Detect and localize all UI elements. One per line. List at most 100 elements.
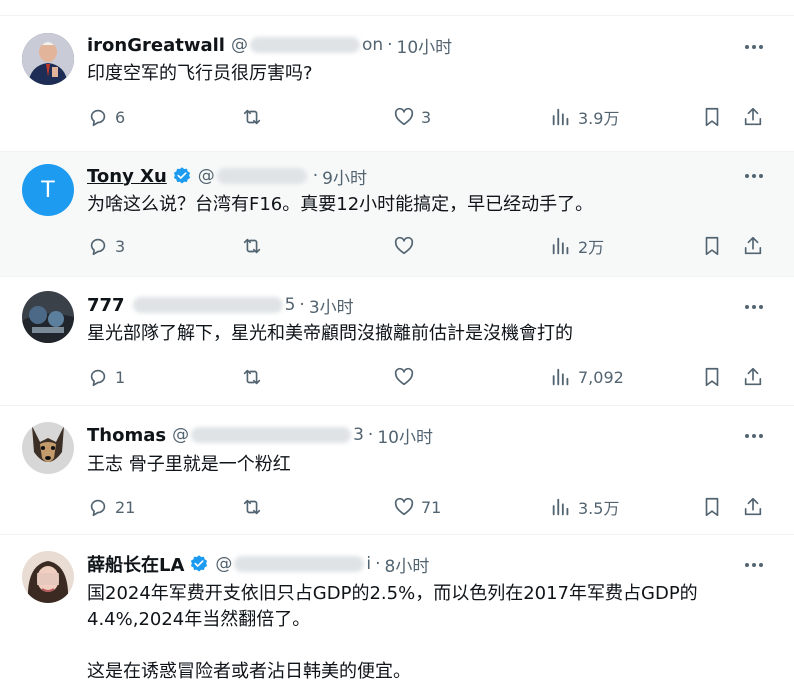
reply-button[interactable]: 1	[87, 365, 125, 389]
separator-dot: ·	[299, 295, 305, 315]
share-icon	[744, 107, 762, 126]
bookmark-icon	[705, 236, 719, 256]
reply-button[interactable]: 21	[87, 495, 135, 519]
more-icon[interactable]	[742, 424, 766, 448]
reply-icon	[90, 109, 106, 127]
separator-dot: ·	[312, 166, 319, 186]
tweet-text: 印度空军的飞行员很厉害吗?	[87, 63, 313, 84]
more-icon[interactable]	[742, 164, 766, 188]
bookmark-button[interactable]	[701, 495, 723, 519]
action-bar: 3 2万	[87, 234, 777, 258]
retweet-button[interactable]	[241, 105, 263, 129]
author-name[interactable]: Tony Xu	[87, 166, 167, 187]
reply-button[interactable]: 6	[87, 105, 125, 129]
action-bar: 1 7,092	[87, 365, 777, 389]
view-count: 7,092	[578, 367, 624, 387]
top-divider	[0, 0, 794, 16]
timestamp[interactable]: 3小时	[309, 293, 354, 318]
bookmark-button[interactable]	[701, 234, 723, 258]
tweet-text: 国2024年军费开支依旧只占GDP的2.5%，而以色列在2017年军费占GDP的…	[87, 583, 698, 682]
share-button[interactable]	[742, 234, 764, 258]
views-button[interactable]: 7,092	[550, 365, 624, 389]
author-handle[interactable]: @ i	[215, 554, 371, 574]
share-button[interactable]	[742, 365, 764, 389]
share-icon	[744, 497, 762, 516]
bookmark-icon	[705, 107, 719, 127]
like-icon	[394, 497, 414, 516]
tweet[interactable]: ironGreatwall @ on · 10小时 印度空军的飞行员很厉害吗? 6…	[0, 17, 794, 152]
reply-count: 21	[115, 497, 136, 517]
like-icon	[394, 236, 414, 255]
more-icon[interactable]	[742, 295, 766, 319]
like-button[interactable]: 3	[393, 105, 431, 129]
tweet-text: 为啥这么说？台湾有F16。真要12小时能搞定，早已经动手了。	[87, 194, 594, 215]
views-icon	[552, 368, 569, 386]
tweet-header: 薛船长在LA @ i · 8小时	[87, 551, 430, 577]
views-icon	[552, 108, 569, 126]
retweet-icon	[243, 238, 261, 254]
like-button[interactable]	[393, 365, 415, 389]
views-button[interactable]: 3.5万	[550, 495, 619, 519]
reply-icon	[90, 369, 106, 387]
timestamp[interactable]: 10小时	[397, 33, 453, 58]
avatar[interactable]	[22, 422, 74, 474]
like-button[interactable]	[393, 234, 415, 258]
author-name[interactable]: Thomas	[87, 425, 166, 446]
more-icon[interactable]	[742, 35, 766, 59]
retweet-icon	[243, 109, 261, 125]
like-count: 71	[421, 497, 442, 517]
separator-dot: ·	[375, 554, 381, 574]
tweet[interactable]: 薛船长在LA @ i · 8小时 国2024年军费开支依旧只占GDP的2.5%，而…	[0, 535, 794, 697]
author-name[interactable]: 777	[87, 295, 125, 316]
reply-button[interactable]: 3	[87, 234, 125, 258]
like-icon	[394, 367, 414, 386]
more-icon[interactable]	[742, 553, 766, 577]
reply-icon	[90, 238, 106, 256]
tweet[interactable]: 777 5 · 3小时 星光部隊了解下，星光和美帝顧問沒撤離前估計是沒機會打的 …	[0, 277, 794, 406]
separator-dot: ·	[387, 35, 393, 55]
timestamp[interactable]: 9小时	[322, 164, 367, 189]
tweet[interactable]: Thomas @3 · 10小时 王志 骨子里就是一个粉红 21 71 3.5万	[0, 406, 794, 535]
share-icon	[744, 236, 762, 255]
timestamp[interactable]: 10小时	[377, 423, 433, 448]
retweet-button[interactable]	[241, 495, 263, 519]
like-icon	[394, 107, 414, 126]
share-icon	[744, 367, 762, 386]
verified-icon	[173, 167, 190, 184]
reply-icon	[90, 499, 106, 517]
like-count: 3	[421, 107, 432, 127]
separator-dot: ·	[367, 425, 374, 445]
bookmark-icon	[705, 497, 719, 517]
author-handle[interactable]: @	[198, 166, 309, 186]
tweet-header: Tony Xu @ · 9小时	[87, 164, 367, 189]
author-handle[interactable]: @ on	[231, 35, 383, 55]
tweet[interactable]: T Tony Xu @ · 9小时 为啥这么说？台湾有F16。真要12小时能搞定…	[0, 152, 794, 277]
avatar[interactable]	[22, 33, 74, 85]
author-name[interactable]: 薛船长在LA	[87, 551, 184, 577]
reply-count: 1	[115, 367, 126, 387]
reply-count: 6	[115, 107, 126, 127]
avatar[interactable]	[22, 551, 74, 603]
share-button[interactable]	[742, 495, 764, 519]
retweet-button[interactable]	[241, 234, 263, 258]
views-button[interactable]: 2万	[550, 234, 604, 258]
tweet-header: ironGreatwall @ on · 10小时	[87, 33, 453, 58]
retweet-icon	[243, 499, 261, 515]
avatar[interactable]: T	[22, 164, 74, 216]
retweet-button[interactable]	[241, 365, 263, 389]
timestamp[interactable]: 8小时	[385, 552, 430, 577]
bookmark-icon	[705, 367, 719, 387]
bookmark-button[interactable]	[701, 105, 723, 129]
bookmark-button[interactable]	[701, 365, 723, 389]
views-button[interactable]: 3.9万	[550, 105, 619, 129]
author-handle[interactable]: 5	[131, 295, 295, 315]
author-name[interactable]: ironGreatwall	[87, 35, 225, 56]
action-bar: 21 71 3.5万	[87, 495, 777, 519]
avatar[interactable]	[22, 291, 74, 343]
view-count: 3.5万	[578, 499, 620, 518]
views-icon	[552, 498, 569, 516]
view-count: 3.9万	[578, 109, 620, 128]
like-button[interactable]: 71	[393, 495, 441, 519]
share-button[interactable]	[742, 105, 764, 129]
author-handle[interactable]: @3	[172, 425, 364, 445]
